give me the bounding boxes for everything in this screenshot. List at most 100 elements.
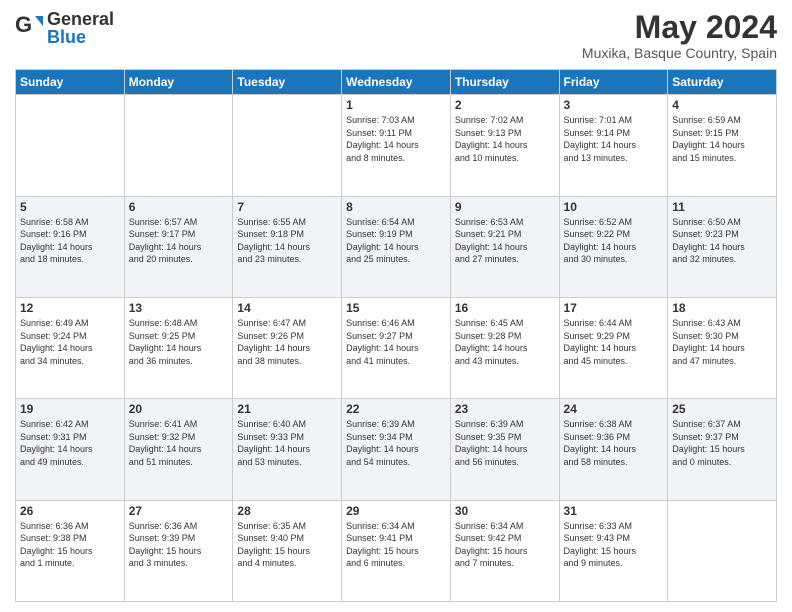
day-info: Sunrise: 6:37 AM Sunset: 9:37 PM Dayligh… [672, 418, 772, 468]
day-number: 1 [346, 98, 446, 112]
header: G General Blue May 2024 Muxika, Basque C… [15, 10, 777, 61]
day-info: Sunrise: 6:54 AM Sunset: 9:19 PM Dayligh… [346, 216, 446, 266]
table-row: 29Sunrise: 6:34 AM Sunset: 9:41 PM Dayli… [342, 500, 451, 601]
day-info: Sunrise: 6:49 AM Sunset: 9:24 PM Dayligh… [20, 317, 120, 367]
day-number: 10 [564, 200, 664, 214]
table-row: 5 Sunrise: 6:58 AM Sunset: 9:16 PM Daylig… [16, 196, 125, 297]
day-number: 15 [346, 301, 446, 315]
page: G General Blue May 2024 Muxika, Basque C… [0, 0, 792, 612]
day-info: Sunrise: 6:43 AM Sunset: 9:30 PM Dayligh… [672, 317, 772, 367]
calendar-table: Sunday Monday Tuesday Wednesday Thursday… [15, 69, 777, 602]
day-number: 12 [20, 301, 120, 315]
day-info: Sunrise: 6:39 AM Sunset: 9:34 PM Dayligh… [346, 418, 446, 468]
day-number: 13 [129, 301, 229, 315]
day-info: Sunrise: 6:38 AM Sunset: 9:36 PM Dayligh… [564, 418, 664, 468]
day-number: 20 [129, 402, 229, 416]
day-number: 27 [129, 504, 229, 518]
day-number: 7 [237, 200, 337, 214]
day-info: Sunrise: 6:35 AM Sunset: 9:40 PM Dayligh… [237, 520, 337, 570]
table-row: 7Sunrise: 6:55 AM Sunset: 9:18 PM Daylig… [233, 196, 342, 297]
col-sunday: Sunday [16, 70, 125, 95]
calendar-row: 19Sunrise: 6:42 AM Sunset: 9:31 PM Dayli… [16, 399, 777, 500]
table-row: 22 Sunrise: 6:39 AM Sunset: 9:34 PM Dayli… [342, 399, 451, 500]
day-info: Sunrise: 6:36 AM Sunset: 9:38 PM Dayligh… [20, 520, 120, 570]
day-number: 21 [237, 402, 337, 416]
table-row: 24 Sunrise: 6:38 AM Sunset: 9:36 PM Dayli… [559, 399, 668, 500]
day-info: Sunrise: 6:42 AM Sunset: 9:31 PM Dayligh… [20, 418, 120, 468]
table-row [16, 95, 125, 196]
table-row: 16Sunrise: 6:45 AM Sunset: 9:28 PM Dayli… [450, 297, 559, 398]
col-wednesday: Wednesday [342, 70, 451, 95]
table-row [124, 95, 233, 196]
table-row: 3 Sunrise: 7:01 AM Sunset: 9:14 PM Daylig… [559, 95, 668, 196]
table-row: 9 Sunrise: 6:53 AM Sunset: 9:21 PM Daylig… [450, 196, 559, 297]
day-info: Sunrise: 6:44 AM Sunset: 9:29 PM Dayligh… [564, 317, 664, 367]
table-row: 4Sunrise: 6:59 AM Sunset: 9:15 PM Daylig… [668, 95, 777, 196]
day-info: Sunrise: 6:59 AM Sunset: 9:15 PM Dayligh… [672, 114, 772, 164]
day-number: 11 [672, 200, 772, 214]
day-info: Sunrise: 6:36 AM Sunset: 9:39 PM Dayligh… [129, 520, 229, 570]
calendar-row: 5 Sunrise: 6:58 AM Sunset: 9:16 PM Daylig… [16, 196, 777, 297]
table-row: 11 Sunrise: 6:50 AM Sunset: 9:23 PM Dayli… [668, 196, 777, 297]
logo: G General Blue [15, 10, 114, 46]
logo-general: General [47, 10, 114, 28]
day-number: 16 [455, 301, 555, 315]
day-number: 8 [346, 200, 446, 214]
table-row: 6Sunrise: 6:57 AM Sunset: 9:17 PM Daylig… [124, 196, 233, 297]
col-friday: Friday [559, 70, 668, 95]
table-row: 15Sunrise: 6:46 AM Sunset: 9:27 PM Dayli… [342, 297, 451, 398]
header-row: Sunday Monday Tuesday Wednesday Thursday… [16, 70, 777, 95]
table-row: 26 Sunrise: 6:36 AM Sunset: 9:38 PM Dayli… [16, 500, 125, 601]
day-info: Sunrise: 6:58 AM Sunset: 9:16 PM Dayligh… [20, 216, 120, 266]
table-row: 17 Sunrise: 6:44 AM Sunset: 9:29 PM Dayli… [559, 297, 668, 398]
day-number: 30 [455, 504, 555, 518]
day-number: 18 [672, 301, 772, 315]
day-number: 26 [20, 504, 120, 518]
day-info: Sunrise: 6:53 AM Sunset: 9:21 PM Dayligh… [455, 216, 555, 266]
table-row: 31 Sunrise: 6:33 AM Sunset: 9:43 PM Dayli… [559, 500, 668, 601]
table-row: 12 Sunrise: 6:49 AM Sunset: 9:24 PM Dayli… [16, 297, 125, 398]
main-title: May 2024 [582, 10, 777, 45]
table-row: 23 Sunrise: 6:39 AM Sunset: 9:35 PM Dayli… [450, 399, 559, 500]
table-row [668, 500, 777, 601]
day-number: 23 [455, 402, 555, 416]
day-info: Sunrise: 6:41 AM Sunset: 9:32 PM Dayligh… [129, 418, 229, 468]
col-saturday: Saturday [668, 70, 777, 95]
day-number: 5 [20, 200, 120, 214]
day-info: Sunrise: 6:57 AM Sunset: 9:17 PM Dayligh… [129, 216, 229, 266]
table-row: 14 Sunrise: 6:47 AM Sunset: 9:26 PM Dayli… [233, 297, 342, 398]
day-number: 2 [455, 98, 555, 112]
table-row: 27 Sunrise: 6:36 AM Sunset: 9:39 PM Dayli… [124, 500, 233, 601]
day-number: 3 [564, 98, 664, 112]
day-number: 22 [346, 402, 446, 416]
day-number: 31 [564, 504, 664, 518]
day-info: Sunrise: 6:50 AM Sunset: 9:23 PM Dayligh… [672, 216, 772, 266]
day-number: 28 [237, 504, 337, 518]
day-number: 14 [237, 301, 337, 315]
day-number: 9 [455, 200, 555, 214]
subtitle: Muxika, Basque Country, Spain [582, 45, 777, 61]
table-row: 20 Sunrise: 6:41 AM Sunset: 9:32 PM Dayli… [124, 399, 233, 500]
day-info: Sunrise: 6:40 AM Sunset: 9:33 PM Dayligh… [237, 418, 337, 468]
table-row: 18 Sunrise: 6:43 AM Sunset: 9:30 PM Dayli… [668, 297, 777, 398]
day-info: Sunrise: 7:01 AM Sunset: 9:14 PM Dayligh… [564, 114, 664, 164]
table-row: 25Sunrise: 6:37 AM Sunset: 9:37 PM Dayli… [668, 399, 777, 500]
table-row: 1 Sunrise: 7:03 AM Sunset: 9:11 PM Daylig… [342, 95, 451, 196]
table-row: 2Sunrise: 7:02 AM Sunset: 9:13 PM Daylig… [450, 95, 559, 196]
col-monday: Monday [124, 70, 233, 95]
day-info: Sunrise: 7:03 AM Sunset: 9:11 PM Dayligh… [346, 114, 446, 164]
day-info: Sunrise: 6:33 AM Sunset: 9:43 PM Dayligh… [564, 520, 664, 570]
day-info: Sunrise: 6:39 AM Sunset: 9:35 PM Dayligh… [455, 418, 555, 468]
logo-blue: Blue [47, 28, 114, 46]
day-number: 24 [564, 402, 664, 416]
day-info: Sunrise: 6:47 AM Sunset: 9:26 PM Dayligh… [237, 317, 337, 367]
col-tuesday: Tuesday [233, 70, 342, 95]
table-row: 21 Sunrise: 6:40 AM Sunset: 9:33 PM Dayli… [233, 399, 342, 500]
table-row: 10 Sunrise: 6:52 AM Sunset: 9:22 PM Dayli… [559, 196, 668, 297]
col-thursday: Thursday [450, 70, 559, 95]
day-info: Sunrise: 6:52 AM Sunset: 9:22 PM Dayligh… [564, 216, 664, 266]
table-row: 28 Sunrise: 6:35 AM Sunset: 9:40 PM Dayli… [233, 500, 342, 601]
day-number: 17 [564, 301, 664, 315]
title-block: May 2024 Muxika, Basque Country, Spain [582, 10, 777, 61]
day-info: Sunrise: 6:48 AM Sunset: 9:25 PM Dayligh… [129, 317, 229, 367]
